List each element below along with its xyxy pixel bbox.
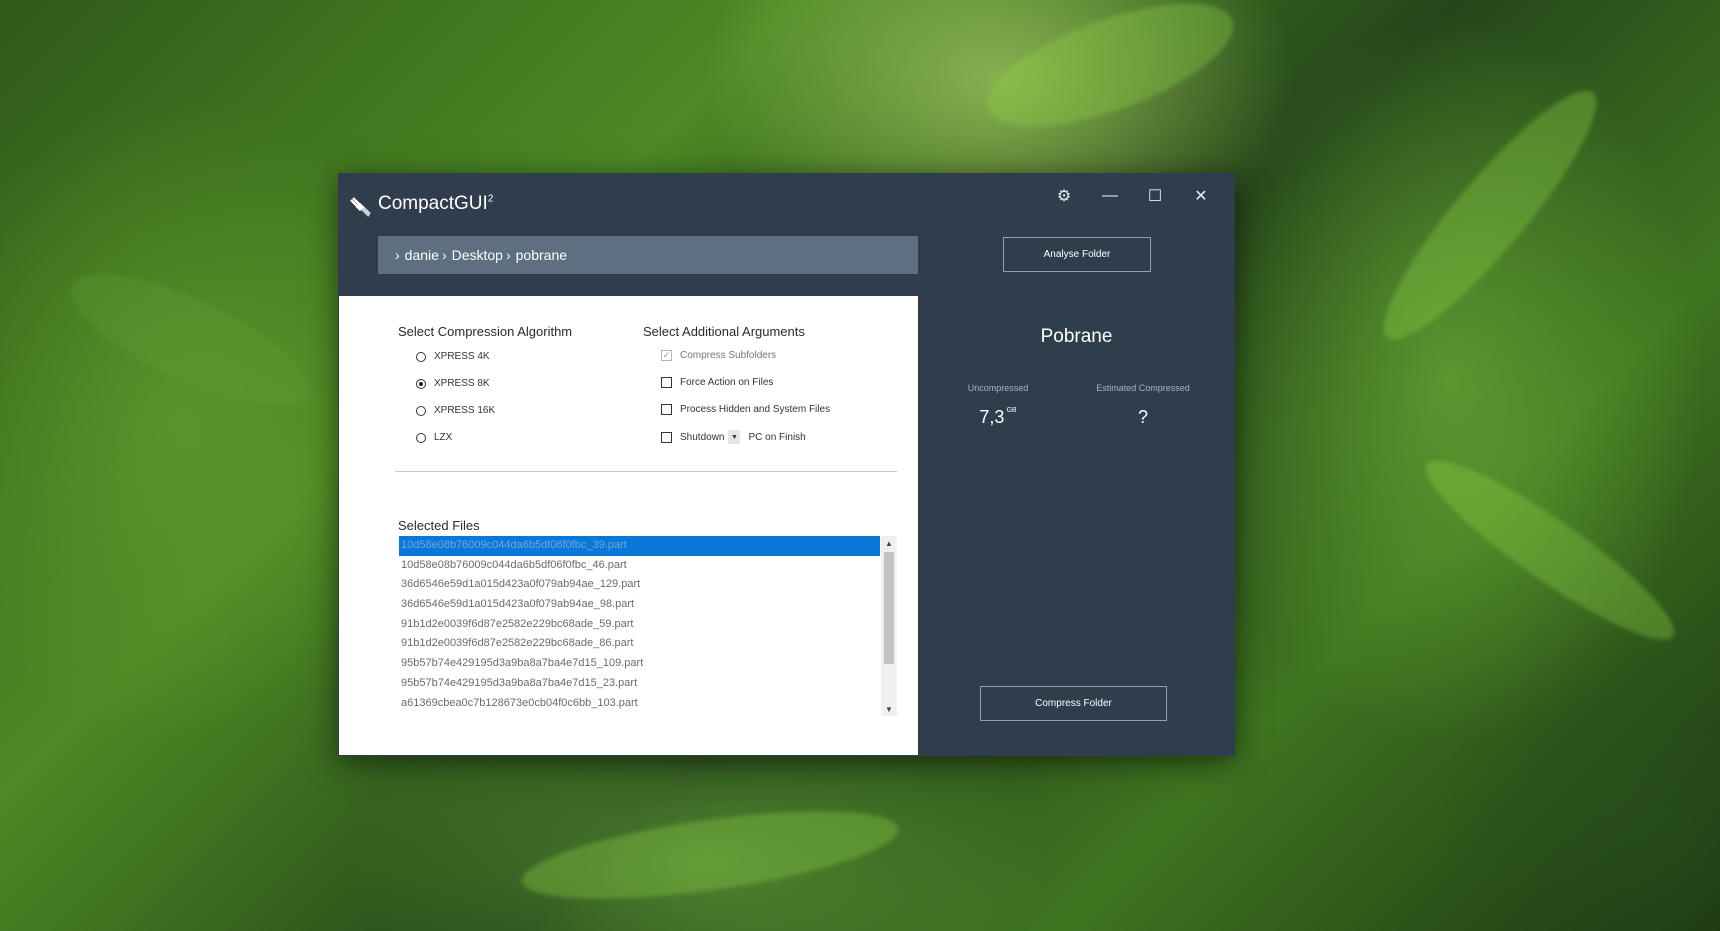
chevron-right-icon: › <box>505 247 511 263</box>
checkbox-box[interactable] <box>661 377 672 388</box>
arguments-heading: Select Additional Arguments <box>643 324 805 339</box>
estimated-compressed-size: ? <box>1137 407 1148 427</box>
checkbox-box[interactable] <box>661 404 672 415</box>
breadcrumb-segment: danie <box>404 247 439 263</box>
folder-name: Pobrane <box>1040 326 1113 347</box>
radio-xpress-8k[interactable]: XPRESS 8K <box>416 378 490 389</box>
selected-files-list[interactable]: 10d58e08b76009c044da6b5df06f0fbc_39.part… <box>399 536 897 716</box>
folder-path-breadcrumb[interactable]: › danie › Desktop › pobrane <box>378 236 918 274</box>
process-hidden-checkbox[interactable]: Process Hidden and System Files <box>661 404 830 415</box>
selected-files-heading: Selected Files <box>398 518 480 533</box>
options-panel: Select Compression Algorithm XPRESS 4K X… <box>339 296 918 755</box>
shutdown-checkbox[interactable]: Shutdown ▼ PC on Finish <box>661 430 806 444</box>
file-list-scrollbar[interactable]: ▲ ▼ <box>881 536 897 716</box>
algorithm-heading: Select Compression Algorithm <box>398 324 573 339</box>
file-list-item[interactable]: 95b57b74e429195d3a9ba8a7ba4e7d15_23.part <box>399 674 880 694</box>
radio-lzx[interactable]: LZX <box>416 432 452 443</box>
uncompressed-size: 7,3 GB <box>979 407 1017 427</box>
radio-xpress-4k[interactable]: XPRESS 4K <box>416 351 490 362</box>
minimize-button[interactable]: — <box>1090 179 1130 213</box>
checkbox-box[interactable] <box>661 431 672 443</box>
summary-panel: Pobrane Uncompressed Estimated Compresse… <box>918 296 1235 756</box>
divider <box>395 471 897 472</box>
analyse-folder-button[interactable]: Analyse Folder <box>1003 237 1151 272</box>
scroll-thumb[interactable] <box>884 552 894 664</box>
file-list-item[interactable]: 91b1d2e0039f6d87e2582e229bc68ade_86.part <box>399 634 880 654</box>
file-list-item[interactable]: a61369cbea0c7b128673e0cb04f0c6bb_103.par… <box>399 694 880 714</box>
settings-gear-icon[interactable]: ⚙ <box>1044 179 1084 213</box>
shutdown-mode-dropdown-chevron-icon[interactable]: ▼ <box>728 430 741 444</box>
file-list-item[interactable]: 95b57b74e429195d3a9ba8a7ba4e7d15_109.par… <box>399 654 880 674</box>
file-list-item-selected[interactable]: 10d58e08b76009c044da6b5df06f0fbc_39.part <box>399 536 880 556</box>
radio-indicator-selected[interactable] <box>416 378 426 389</box>
maximize-button[interactable]: ☐ <box>1135 179 1175 213</box>
radio-indicator[interactable] <box>416 351 426 362</box>
radio-indicator[interactable] <box>416 405 426 416</box>
file-list-item[interactable]: 91b1d2e0039f6d87e2582e229bc68ade_59.part <box>399 615 880 635</box>
file-list-item[interactable]: 36d6546e59d1a015d423a0f079ab94ae_98.part <box>399 595 880 615</box>
close-button[interactable]: ✕ <box>1181 179 1221 213</box>
title-bar[interactable]: CompactGUI2 ⚙ — ☐ ✕ <box>338 173 1235 233</box>
scroll-up-arrow-icon[interactable]: ▲ <box>881 536 897 550</box>
checkmark-icon[interactable]: ✓ <box>661 350 672 361</box>
compactgui-window: CompactGUI2 ⚙ — ☐ ✕ › danie › Desktop › … <box>338 173 1235 756</box>
app-logo-icon <box>350 197 371 217</box>
breadcrumb-segment: Desktop <box>451 247 503 263</box>
compress-folder-button[interactable]: Compress Folder <box>980 686 1167 721</box>
force-action-checkbox[interactable]: Force Action on Files <box>661 377 773 388</box>
estimated-compressed-label: Estimated Compressed <box>1096 383 1190 393</box>
uncompressed-label: Uncompressed <box>967 383 1029 393</box>
compress-subfolders-checkbox[interactable]: ✓ Compress Subfolders <box>661 350 776 361</box>
file-list-item[interactable]: 36d6546e59d1a015d423a0f079ab94ae_129.par… <box>399 575 880 595</box>
file-list-item[interactable]: 10d58e08b76009c044da6b5df06f0fbc_46.part <box>399 556 880 576</box>
radio-indicator[interactable] <box>416 432 426 443</box>
app-title: CompactGUI2 <box>378 193 494 214</box>
chevron-right-icon: › <box>395 247 400 263</box>
breadcrumb-segment: pobrane <box>515 247 568 263</box>
chevron-right-icon: › <box>441 247 447 263</box>
scroll-down-arrow-icon[interactable]: ▼ <box>881 702 897 716</box>
radio-xpress-16k[interactable]: XPRESS 16K <box>416 405 495 416</box>
